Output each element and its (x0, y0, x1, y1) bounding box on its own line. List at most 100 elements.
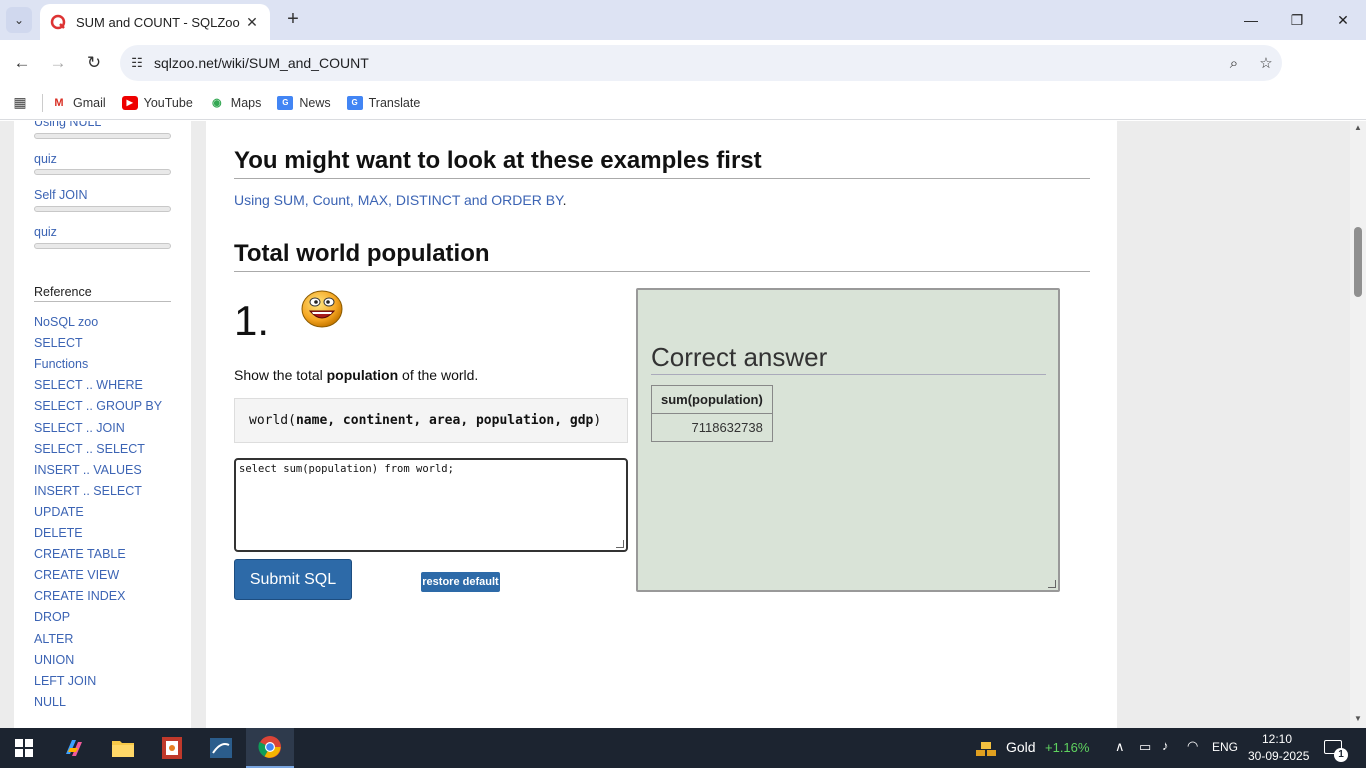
column-header: sum(population) (651, 385, 773, 414)
copilot-icon (66, 740, 82, 756)
clock-date[interactable]: 30-09-2025 (1248, 749, 1309, 763)
answer-heading: Correct answer (651, 342, 1046, 375)
maps-icon: ◉ (211, 97, 222, 109)
table-header-row: sum(population) (651, 385, 773, 414)
chevron-up-icon[interactable]: ∧ (1115, 739, 1125, 755)
restore-button[interactable]: ❐ (1274, 0, 1320, 40)
taskbar-chrome[interactable] (246, 728, 294, 768)
sidebar-ref-link[interactable]: SELECT (34, 336, 83, 350)
gold-bars-icon (976, 742, 996, 756)
minimize-button[interactable]: — (1228, 0, 1274, 40)
new-tab-button[interactable]: + (282, 8, 304, 32)
arrow-left-icon: ← (13, 53, 31, 72)
youtube-icon: ▶ (121, 95, 138, 110)
close-icon[interactable]: ✕ (244, 14, 260, 31)
forward-button[interactable]: → (45, 50, 71, 76)
zoom-icon[interactable]: ⌕ (1218, 55, 1250, 72)
battery-icon[interactable]: ▭ (1139, 739, 1151, 755)
widget-change: +1.16% (1045, 740, 1090, 755)
examples-link[interactable]: Using SUM, Count, MAX, DISTINCT and ORDE… (234, 192, 563, 208)
submit-sql-button[interactable]: Submit SQL (234, 559, 352, 600)
resize-grip-icon[interactable] (616, 540, 624, 548)
taskbar: Gold +1.16% ∧ ▭ ♪ ◠ ENG 12:10 30-09-2025… (0, 728, 1366, 768)
scroll-up-icon[interactable]: ▲ (1353, 123, 1363, 132)
scroll-thumb[interactable] (1354, 227, 1362, 297)
bookmark-label: News (299, 95, 331, 110)
bookmarks-bar: ▦ M Gmail ▶ YouTube ◉ Maps G News G Tran… (0, 86, 1366, 120)
widget-label[interactable]: Gold (1006, 739, 1036, 755)
reload-icon: ↻ (86, 53, 102, 72)
question-prefix: Show the total (234, 367, 327, 383)
sidebar-link-using-null[interactable]: Using NULL (34, 121, 101, 129)
sidebar-link-self-join[interactable]: Self JOIN (34, 188, 88, 202)
answer-panel: Correct answer sum(population) 711863273… (636, 288, 1060, 592)
back-button[interactable]: ← (9, 50, 35, 76)
restore-default-button[interactable]: restore default (421, 572, 500, 592)
result-table: sum(population) 7118632738 (651, 385, 773, 442)
language-indicator[interactable]: ENG (1212, 740, 1238, 754)
bookmark-youtube[interactable]: ▶ YouTube (121, 95, 193, 110)
bookmark-maps[interactable]: ◉ Maps (209, 95, 262, 110)
sidebar-ref-link[interactable]: INSERT .. SELECT (34, 484, 142, 498)
sql-query-text: select sum(population) from world; (239, 463, 454, 475)
question-bold: population (326, 367, 399, 383)
wifi-icon[interactable]: ◠ (1187, 738, 1198, 754)
sidebar-ref-link[interactable]: Functions (34, 357, 88, 371)
news-icon: G (277, 95, 294, 110)
sidebar-ref-link[interactable]: UNION (34, 653, 74, 667)
site-info-icon[interactable]: ☷ (120, 55, 154, 71)
sidebar-ref-link[interactable]: CREATE VIEW (34, 568, 119, 582)
sidebar-ref-link[interactable]: ALTER (34, 632, 73, 646)
sidebar-ref-link[interactable]: SELECT .. SELECT (34, 442, 145, 456)
address-bar[interactable]: ☷ sqlzoo.net/wiki/SUM_and_COUNT ⌕ ☆ (120, 45, 1282, 81)
sidebar-ref-link[interactable]: SELECT .. JOIN (34, 421, 125, 435)
reload-button[interactable]: ↻ (81, 50, 107, 76)
smiley-icon (301, 290, 343, 328)
progress-bar (34, 206, 171, 212)
sidebar-ref-link[interactable]: SELECT .. GROUP BY (34, 399, 162, 413)
resize-grip-icon[interactable] (1048, 580, 1056, 588)
clock-time[interactable]: 12:10 (1262, 732, 1292, 746)
sidebar-ref-link[interactable]: NoSQL zoo (34, 315, 98, 329)
sidebar-ref-link[interactable]: CREATE TABLE (34, 547, 126, 561)
bookmark-translate[interactable]: G Translate (346, 95, 420, 110)
sidebar-ref-link[interactable]: DROP (34, 610, 70, 624)
scroll-down-icon[interactable]: ▼ (1353, 714, 1363, 723)
star-icon[interactable]: ☆ (1250, 54, 1282, 72)
sidebar-ref-link[interactable]: NULL (34, 695, 66, 709)
window-close-button[interactable]: ✕ (1320, 0, 1366, 40)
sidebar-link-quiz[interactable]: quiz (34, 225, 57, 239)
examples-paragraph: Using SUM, Count, MAX, DISTINCT and ORDE… (234, 192, 566, 208)
windows-icon (15, 739, 33, 757)
tab-search-button[interactable]: ⌄ (6, 7, 32, 33)
browser-tab[interactable]: SUM and COUNT - SQLZoo ✕ (40, 4, 270, 40)
sidebar-ref-link[interactable]: INSERT .. VALUES (34, 463, 142, 477)
page-scrollbar[interactable]: ▲ ▼ (1350, 121, 1366, 728)
sidebar-ref-link[interactable]: LEFT JOIN (34, 674, 96, 688)
sidebar-ref-link[interactable]: SELECT .. WHERE (34, 378, 143, 392)
bookmark-news[interactable]: G News (277, 95, 331, 110)
browser-toolbar: ← → ↻ ☷ sqlzoo.net/wiki/SUM_and_COUNT ⌕ … (0, 40, 1366, 115)
tab-bar: ⌄ SUM and COUNT - SQLZoo ✕ + — ❐ ✕ (0, 0, 1366, 40)
bookmark-label: Maps (230, 95, 262, 110)
volume-icon[interactable]: ♪ (1162, 738, 1169, 753)
sidebar-ref-link[interactable]: DELETE (34, 526, 83, 540)
sidebar-ref-link[interactable]: UPDATE (34, 505, 84, 519)
notification-badge: 1 (1334, 748, 1348, 762)
taskbar-file-explorer[interactable] (99, 728, 147, 768)
url-text: sqlzoo.net/wiki/SUM_and_COUNT (154, 55, 369, 71)
sidebar: Using NULL quiz Self JOIN quiz Reference… (14, 121, 191, 728)
taskbar-sql-app[interactable] (197, 728, 245, 768)
taskbar-copilot[interactable] (50, 728, 98, 768)
sidebar-ref-link[interactable]: CREATE INDEX (34, 589, 125, 603)
apps-grid-icon[interactable]: ▦ (0, 94, 40, 111)
bookmark-gmail[interactable]: M Gmail (51, 96, 105, 110)
section-heading: Total world population (234, 240, 1090, 272)
sidebar-link-quiz[interactable]: quiz (34, 152, 57, 166)
start-button[interactable] (0, 728, 48, 768)
progress-bar (34, 133, 171, 139)
taskbar-app-red[interactable] (148, 728, 196, 768)
page-viewport: Using NULL quiz Self JOIN quiz Reference… (0, 121, 1366, 728)
sql-editor[interactable]: select sum(population) from world; (234, 458, 628, 552)
reference-heading: Reference (34, 285, 171, 302)
